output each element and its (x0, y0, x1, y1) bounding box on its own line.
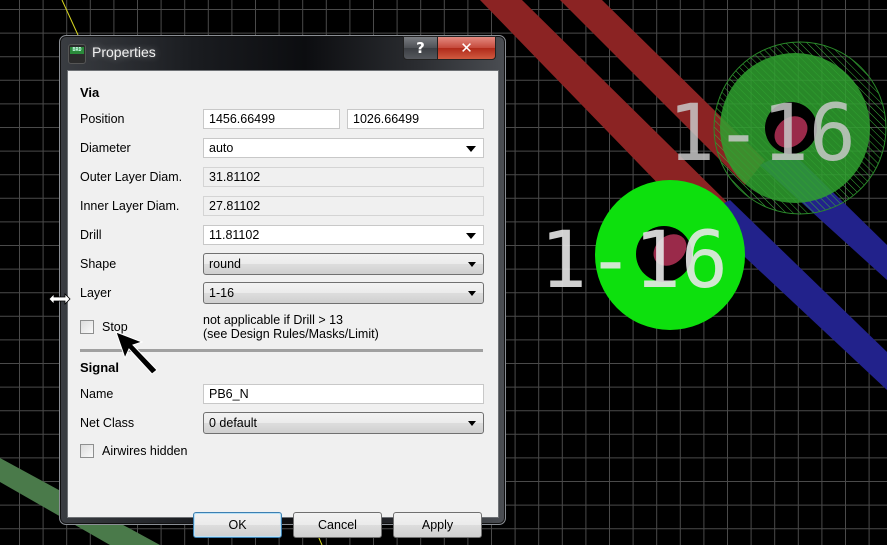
shape-select[interactable]: round (203, 253, 484, 275)
layer-select[interactable]: 1-16 (203, 282, 484, 304)
name-label: Name (80, 387, 114, 401)
stop-note-line1: not applicable if Drill > 13 (203, 313, 344, 327)
close-icon: ✕ (460, 39, 473, 57)
title-bar[interactable]: BRD Properties ? ✕ (60, 36, 505, 70)
drill-combo[interactable]: 11.81102 (203, 225, 484, 245)
diameter-combo[interactable]: auto (203, 138, 484, 158)
chevron-down-icon[interactable] (466, 233, 476, 239)
drill-value: 11.81102 (209, 228, 260, 242)
resize-horizontal-cursor-icon (48, 293, 71, 305)
brd-app-icon: BRD (68, 44, 86, 64)
stop-note: not applicable if Drill > 13 (see Design… (203, 313, 379, 341)
shape-value: round (209, 257, 241, 271)
airwires-label[interactable]: Airwires hidden (102, 444, 187, 458)
dialog-title: Properties (92, 44, 156, 60)
shape-label: Shape (80, 257, 117, 271)
ok-button[interactable]: OK (193, 512, 282, 538)
app-icon-label: BRD (70, 47, 84, 54)
drill-label: Drill (80, 228, 102, 242)
close-button[interactable]: ✕ (437, 36, 496, 60)
inner-diam-field: 27.81102 (203, 196, 484, 216)
signal-name-input[interactable]: PB6_N (203, 384, 484, 404)
diameter-value: auto (209, 141, 234, 155)
chevron-down-icon[interactable] (466, 146, 476, 152)
chevron-down-icon (468, 262, 476, 267)
mouse-pointer-icon (115, 331, 158, 375)
position-label: Position (80, 112, 125, 126)
inner-diam-label: Inner Layer Diam. (80, 199, 180, 213)
layer-value: 1-16 (209, 286, 235, 300)
airwire (61, 0, 79, 36)
via-label-upper: 1-16 (668, 89, 856, 179)
outer-diam-label: Outer Layer Diam. (80, 170, 183, 184)
position-x-input[interactable]: 1456.66499 (203, 109, 340, 129)
help-button[interactable]: ? (403, 36, 438, 60)
position-y-input[interactable]: 1026.66499 (347, 109, 484, 129)
netclass-value: 0 default (209, 416, 257, 430)
netclass-label: Net Class (80, 416, 135, 430)
dialog-body: Via Position 1456.66499 1026.66499 Diame… (67, 70, 499, 538)
via-label-lower: 1-16 (540, 216, 728, 306)
outer-diam-field: 31.81102 (203, 167, 484, 187)
apply-button[interactable]: Apply (393, 512, 482, 538)
layer-label: Layer (80, 286, 112, 300)
stop-note-line2: (see Design Rules/Masks/Limit) (203, 327, 379, 341)
chevron-down-icon (468, 291, 476, 296)
via-section-title: Via (80, 85, 100, 100)
properties-dialog: BRD Properties ? ✕ Via Position 1456.664… (59, 35, 506, 538)
netclass-select[interactable]: 0 default (203, 412, 484, 434)
chevron-down-icon (468, 421, 476, 426)
airwires-checkbox[interactable] (80, 444, 94, 458)
help-icon: ? (416, 39, 425, 57)
diameter-label: Diameter (80, 141, 131, 155)
cancel-button[interactable]: Cancel (293, 512, 382, 538)
stop-checkbox[interactable] (80, 320, 94, 334)
